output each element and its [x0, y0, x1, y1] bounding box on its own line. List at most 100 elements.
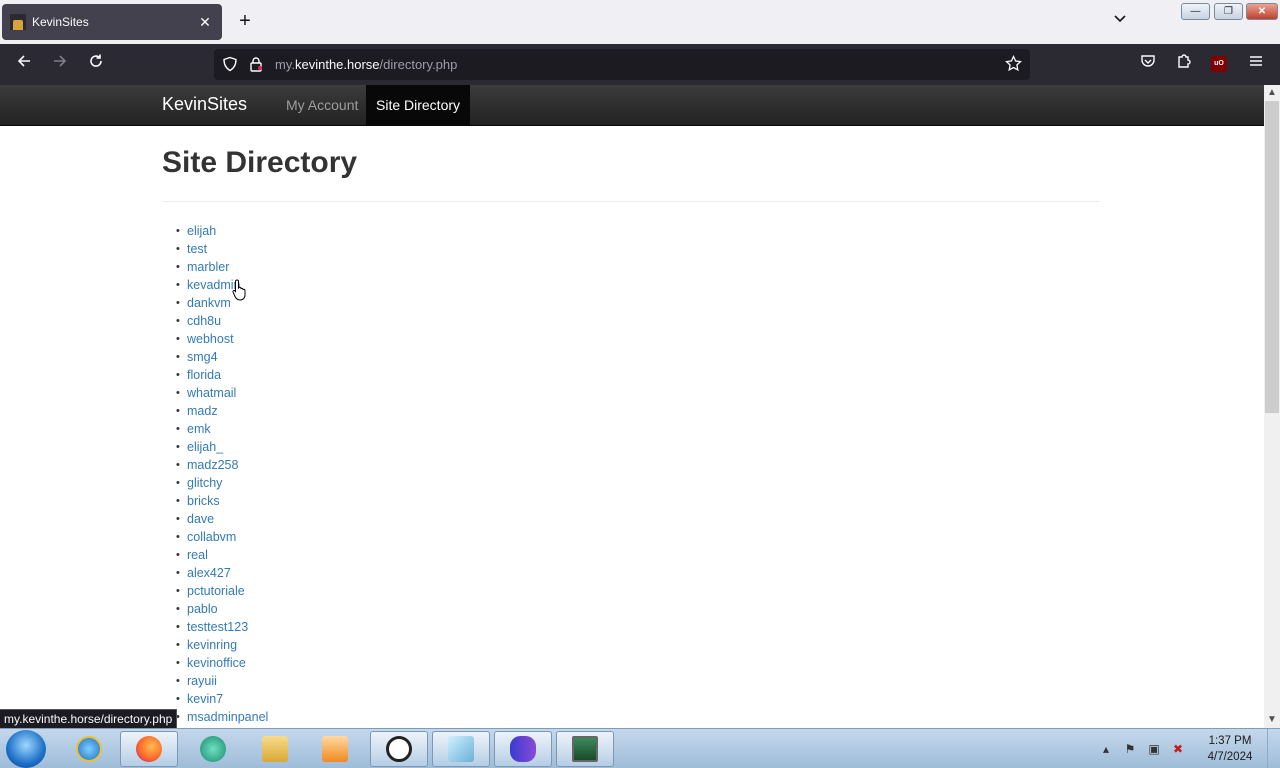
site-link[interactable]: bricks: [187, 494, 220, 508]
site-link[interactable]: collabvm: [187, 530, 236, 544]
site-link[interactable]: emk: [187, 422, 211, 436]
list-item: bricks: [176, 492, 268, 510]
list-item: pablo: [176, 600, 268, 618]
lock-icon[interactable]: [248, 56, 264, 72]
volume-muted-icon[interactable]: ✖: [1170, 741, 1186, 757]
start-button-windows-icon[interactable]: [6, 730, 46, 768]
list-item: kevinoffice: [176, 654, 268, 672]
tracking-shield-icon[interactable]: [222, 56, 238, 72]
ublock-origin-icon[interactable]: uO: [1211, 56, 1227, 72]
site-link[interactable]: dankvm: [187, 296, 231, 310]
hand-pointer-cursor-icon: [232, 279, 246, 301]
site-link[interactable]: alex427: [187, 566, 231, 580]
extensions-button[interactable]: [1171, 52, 1197, 78]
site-link[interactable]: elijah_: [187, 440, 223, 454]
action-center-flag-icon[interactable]: ⚑: [1122, 741, 1138, 757]
site-link[interactable]: pablo: [187, 602, 218, 616]
window-restore-button[interactable]: ❐: [1214, 3, 1243, 20]
window-minimize-button[interactable]: —: [1181, 3, 1210, 20]
app-menu-button[interactable]: [1243, 52, 1269, 78]
taskbar-app-8[interactable]: [494, 731, 552, 767]
site-link[interactable]: madz: [187, 404, 218, 418]
list-item: cdh8u: [176, 312, 268, 330]
arrow-left-icon: [17, 55, 30, 67]
site-brand-link[interactable]: KevinSites: [162, 94, 247, 115]
pocket-button[interactable]: [1135, 52, 1161, 78]
list-item: collabvm: [176, 528, 268, 546]
back-button[interactable]: [11, 52, 37, 78]
page-scrollbar[interactable]: ▲ ▼: [1264, 85, 1280, 728]
taskbar-app-6[interactable]: [370, 731, 428, 767]
site-favicon-icon: [10, 14, 26, 30]
site-link[interactable]: dave: [187, 512, 214, 526]
tab-strip: KevinSites ✕ + — ❐ ✕: [0, 0, 1280, 44]
url-bar[interactable]: my.kevinthe.horse/directory.php: [214, 49, 1030, 80]
site-link[interactable]: whatmail: [187, 386, 236, 400]
nav-site-directory-link[interactable]: Site Directory: [366, 85, 471, 125]
reload-icon: [90, 54, 102, 67]
site-link[interactable]: testtest123: [187, 620, 248, 634]
site-link[interactable]: pctutoriale: [187, 584, 245, 598]
site-link[interactable]: marbler: [187, 260, 229, 274]
taskbar-internet-explorer[interactable]: [60, 731, 118, 767]
monitor-icon: [572, 736, 598, 762]
taskbar-firefox[interactable]: [120, 731, 178, 767]
taskbar-app-7[interactable]: [432, 731, 490, 767]
network-icon[interactable]: ▣: [1146, 741, 1162, 757]
nav-my-account-link[interactable]: My Account: [276, 85, 368, 125]
url-text[interactable]: my.kevinthe.horse/directory.php: [275, 57, 457, 72]
link-status-url: my.kevinthe.horse/directory.php: [0, 709, 178, 728]
navigation-toolbar: my.kevinthe.horse/directory.php uO: [0, 44, 1280, 85]
list-item: pctutoriale: [176, 582, 268, 600]
scroll-up-arrow-icon[interactable]: ▲: [1264, 85, 1280, 101]
bookmark-star-icon[interactable]: [1005, 54, 1022, 77]
list-item: dave: [176, 510, 268, 528]
list-item: madz258: [176, 456, 268, 474]
site-link[interactable]: msadminpanel: [187, 710, 268, 724]
taskbar-clock[interactable]: 1:37 PM 4/7/2024: [1198, 733, 1262, 765]
site-link[interactable]: madz258: [187, 458, 238, 472]
new-tab-button[interactable]: +: [234, 10, 256, 32]
taskbar-file-explorer[interactable]: [246, 731, 304, 767]
taskbar-app-3[interactable]: [184, 731, 242, 767]
scrollbar-thumb[interactable]: [1265, 101, 1279, 413]
site-link[interactable]: test: [187, 242, 207, 256]
show-hidden-icons-arrow-icon[interactable]: ▴: [1098, 741, 1114, 757]
folder-icon: [262, 736, 288, 762]
site-link[interactable]: real: [187, 548, 208, 562]
window-close-button[interactable]: ✕: [1246, 3, 1278, 20]
list-item: kevin7: [176, 690, 268, 708]
site-link[interactable]: florida: [187, 368, 221, 382]
site-link[interactable]: kevinoffice: [187, 656, 246, 670]
arrow-right-icon: [54, 55, 67, 67]
site-link[interactable]: smg4: [187, 350, 218, 364]
site-link[interactable]: kevinring: [187, 638, 237, 652]
list-item: rayuii: [176, 672, 268, 690]
site-link[interactable]: kevin7: [187, 692, 223, 706]
hamburger-menu-icon: [1250, 56, 1262, 66]
site-link[interactable]: webhost: [187, 332, 234, 346]
circle-logo-icon: [386, 736, 412, 762]
tab-title: KevinSites: [32, 15, 89, 29]
site-navbar: KevinSites My Account Site Directory: [0, 85, 1264, 126]
tab-close-icon[interactable]: ✕: [196, 14, 214, 31]
taskbar-media-player[interactable]: [306, 731, 364, 767]
list-item: kevadmin: [176, 276, 268, 294]
list-all-tabs-button[interactable]: [1110, 10, 1130, 32]
reload-button[interactable]: [83, 52, 109, 78]
forward-button[interactable]: [47, 52, 73, 78]
list-item: test: [176, 240, 268, 258]
taskbar-app-9[interactable]: [556, 731, 614, 767]
internet-explorer-icon: [76, 736, 102, 762]
list-item: elijah_: [176, 438, 268, 456]
list-item: whatmail: [176, 384, 268, 402]
browser-tab[interactable]: KevinSites ✕: [2, 4, 222, 40]
site-link[interactable]: glitchy: [187, 476, 222, 490]
list-item: real: [176, 546, 268, 564]
list-item: msadminpanel: [176, 708, 268, 726]
scroll-down-arrow-icon[interactable]: ▼: [1264, 712, 1280, 728]
site-link[interactable]: elijah: [187, 224, 216, 238]
site-link[interactable]: rayuii: [187, 674, 217, 688]
show-desktop-button[interactable]: [1267, 729, 1280, 768]
site-link[interactable]: cdh8u: [187, 314, 221, 328]
